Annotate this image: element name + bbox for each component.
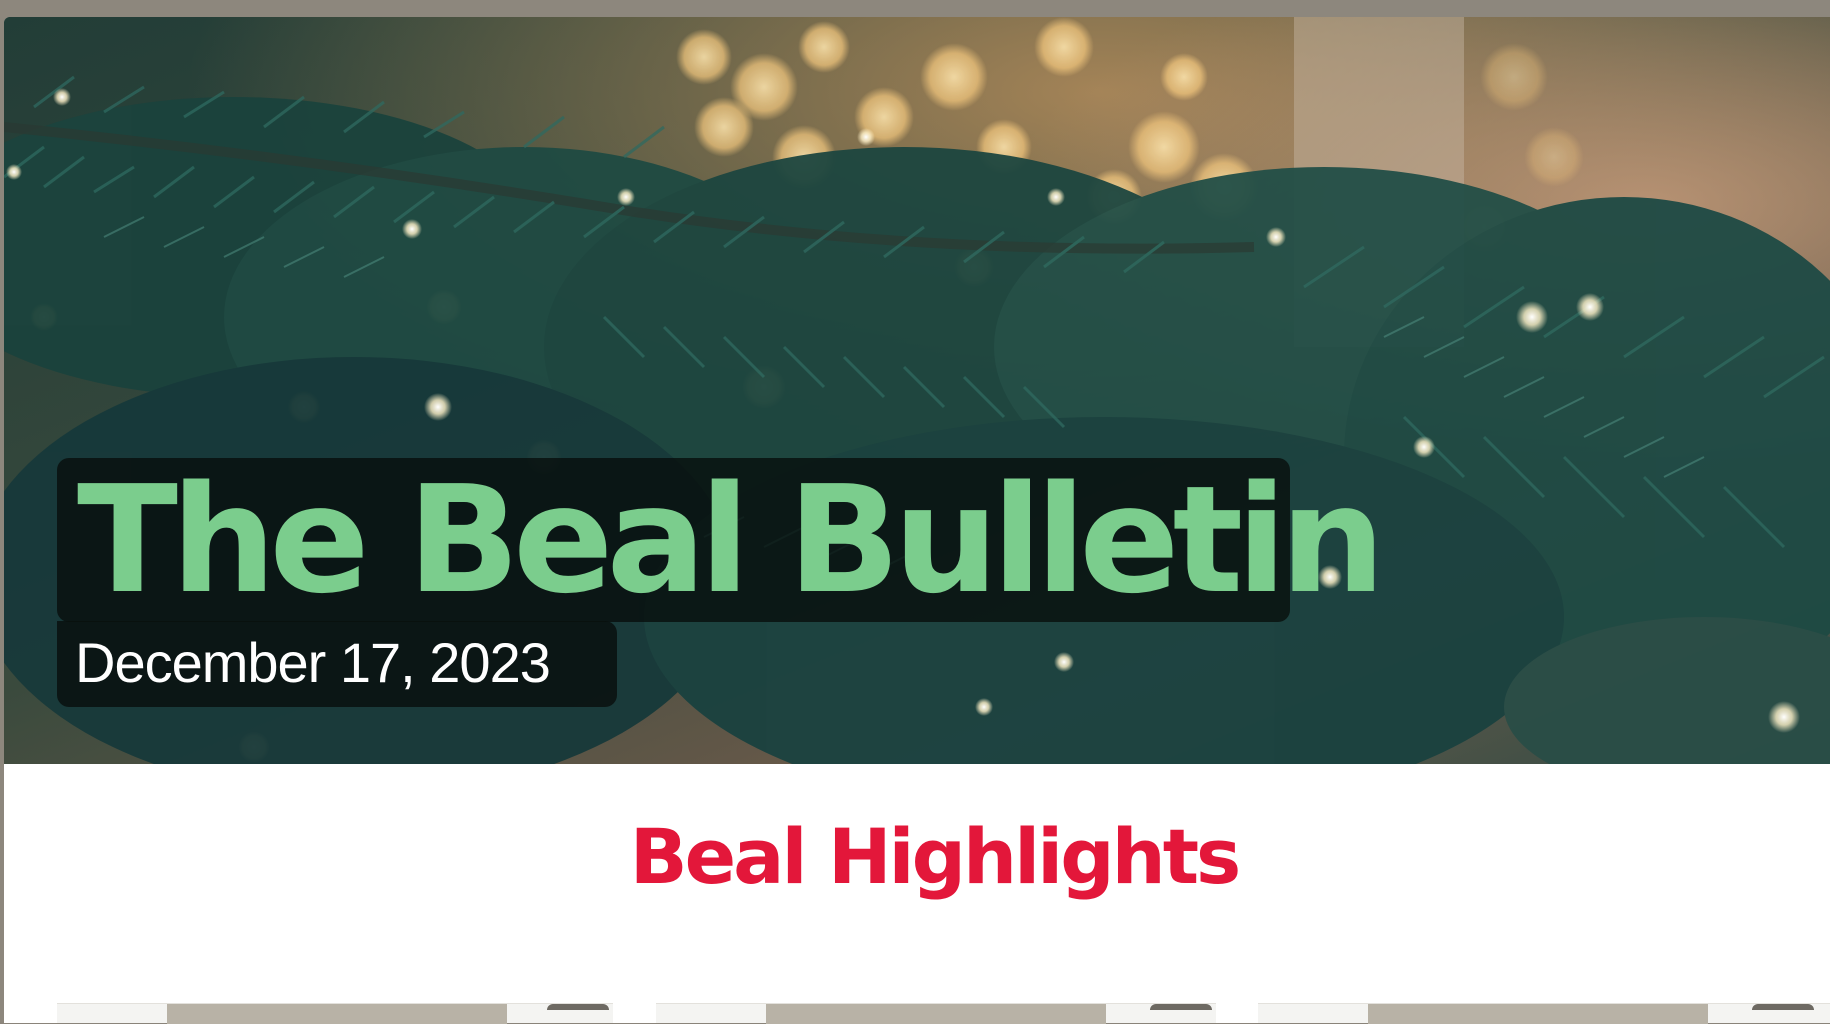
card-thumbnail — [766, 1004, 1106, 1024]
newsletter-title: The Beal Bulletin — [77, 454, 1385, 626]
section-heading-highlights: Beal Highlights — [629, 812, 1242, 901]
card-thumbnail — [167, 1004, 507, 1024]
card-corner-badge — [1752, 1004, 1814, 1010]
date-banner: December 17, 2023 — [57, 621, 617, 707]
newsletter-page: The Beal Bulletin December 17, 2023 Beal… — [4, 17, 1830, 1023]
highlight-card-3[interactable] — [1258, 1003, 1830, 1024]
card-corner-badge — [547, 1004, 609, 1010]
card-corner-badge — [1150, 1004, 1212, 1010]
hero-banner: The Beal Bulletin December 17, 2023 — [4, 17, 1830, 764]
highlight-card-2[interactable] — [656, 1003, 1216, 1024]
browser-viewport: The Beal Bulletin December 17, 2023 Beal… — [0, 0, 1830, 1024]
title-banner: The Beal Bulletin — [57, 458, 1385, 622]
newsletter-date: December 17, 2023 — [75, 631, 551, 694]
card-thumbnail — [1368, 1004, 1708, 1024]
highlight-card-1[interactable] — [57, 1003, 613, 1024]
